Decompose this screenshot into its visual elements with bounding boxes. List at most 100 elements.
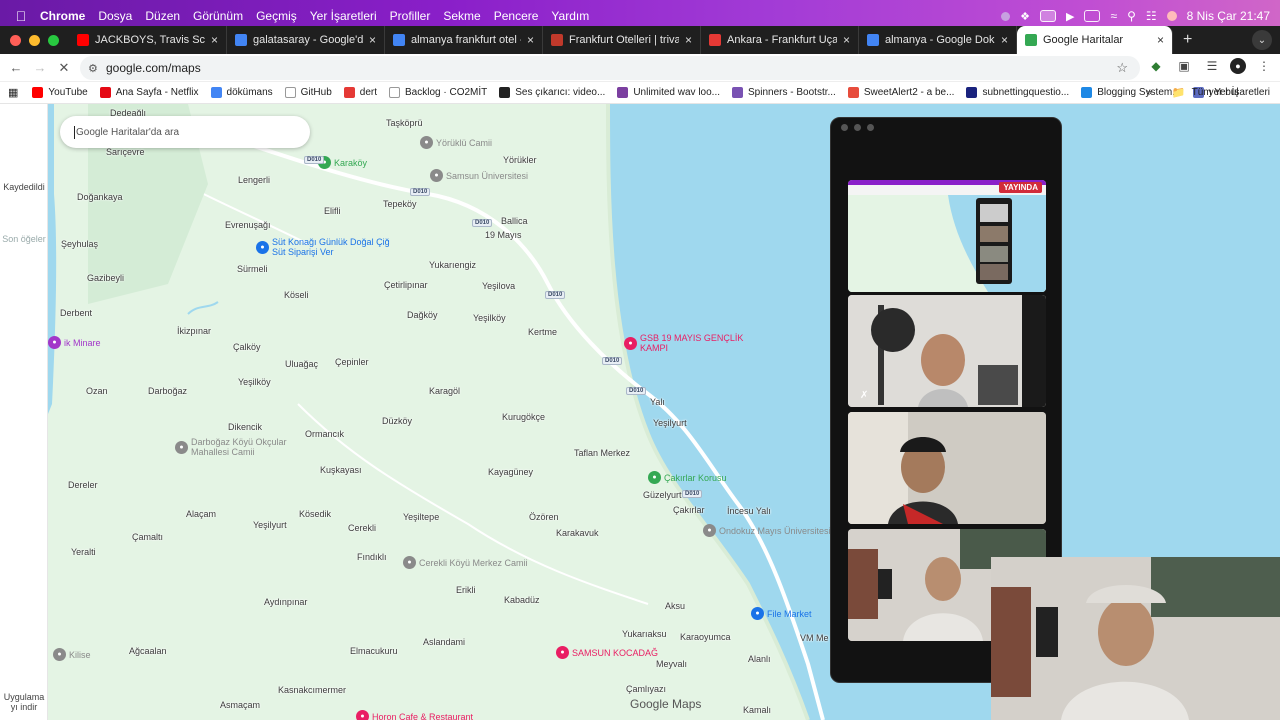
map-poi[interactable]: ● Kilise bbox=[53, 648, 91, 661]
menu-profiller[interactable]: Profiller bbox=[390, 9, 431, 23]
close-window-button[interactable] bbox=[10, 34, 21, 46]
new-tab-button[interactable]: + bbox=[1183, 31, 1192, 49]
more-bookmarks-icon[interactable]: » bbox=[1146, 87, 1152, 98]
close-tab-icon[interactable]: × bbox=[1001, 33, 1008, 47]
self-view-video[interactable] bbox=[991, 557, 1280, 720]
siri-icon[interactable] bbox=[1166, 11, 1177, 21]
all-bookmarks-link[interactable]: Tüm Yer İşaretleri bbox=[1192, 87, 1270, 98]
menu-gecmis[interactable]: Geçmiş bbox=[256, 9, 297, 23]
map-poi[interactable]: ● SAMSUN KOCADAĞ bbox=[556, 646, 658, 659]
map-poi[interactable]: ● Cerekli Köyü Merkez Camii bbox=[403, 556, 528, 569]
tab-6[interactable]: Google Haritalar × bbox=[1017, 26, 1173, 54]
recent-link[interactable]: Son öğeler bbox=[0, 234, 48, 244]
map-poi[interactable]: ● Yörüklü Camii bbox=[420, 136, 492, 149]
apps-grid-icon[interactable]: ▦ bbox=[8, 86, 18, 99]
menu-yer-isaretleri[interactable]: Yer İşaretleri bbox=[310, 9, 377, 23]
bookmark-item[interactable]: dökümans bbox=[210, 87, 273, 98]
tab-title: Google Haritalar bbox=[1043, 34, 1124, 46]
menu-app-name[interactable]: Chrome bbox=[40, 9, 85, 23]
tab-search-icon[interactable]: ⌄ bbox=[1252, 30, 1272, 50]
maps-search-input[interactable]: Google Haritalar'da ara bbox=[60, 116, 310, 148]
zoom-window-button[interactable] bbox=[48, 34, 59, 46]
extension-icon[interactable]: ◆ bbox=[1146, 56, 1166, 76]
close-tab-icon[interactable]: × bbox=[685, 33, 692, 47]
forward-button[interactable]: → bbox=[28, 56, 52, 80]
map-poi[interactable]: ● Süt Konağı Günlük Doğal Çiğ Süt Sipariş… bbox=[256, 237, 392, 257]
map-poi[interactable]: ● Ondokuz Mayıs Üniversitesi bbox=[703, 524, 831, 537]
bookmark-item[interactable]: Ses çıkarıcı: video... bbox=[499, 87, 605, 98]
map-poi[interactable]: ● Darboğaz Köyü Okçular Mahallesi Camii bbox=[175, 437, 311, 457]
menu-duzen[interactable]: Düzen bbox=[145, 9, 180, 23]
screen-share-icon[interactable]: ❖ bbox=[1020, 10, 1030, 23]
chrome-menu-icon[interactable]: ⋮ bbox=[1254, 56, 1274, 76]
bookmark-item[interactable]: GitHub bbox=[284, 87, 332, 98]
close-tab-icon[interactable]: × bbox=[843, 33, 850, 47]
map-poi[interactable]: ● ik Minare bbox=[48, 336, 101, 349]
back-button[interactable]: ← bbox=[4, 56, 28, 80]
map-poi[interactable]: ● GSB 19 MAYIS GENÇLİK KAMPI bbox=[624, 333, 760, 353]
participant-tile-2[interactable] bbox=[848, 412, 1046, 524]
subnet-icon bbox=[966, 87, 978, 98]
map-place-label: Dağköy bbox=[407, 310, 438, 320]
reading-list-icon[interactable]: ☰ bbox=[1202, 56, 1222, 76]
extensions-puzzle-icon[interactable]: ▣ bbox=[1174, 56, 1194, 76]
map-poi[interactable]: ● Samsun Üniversitesi bbox=[430, 169, 528, 182]
close-tab-icon[interactable]: × bbox=[1157, 33, 1164, 47]
wifi-icon[interactable]: ≈ bbox=[1110, 9, 1117, 23]
map-place-label: Dikencik bbox=[228, 422, 263, 432]
stop-loading-button[interactable]: ✕ bbox=[52, 56, 76, 80]
map-place-label: Sürmeli bbox=[237, 264, 268, 274]
play-icon[interactable]: ▶ bbox=[1066, 10, 1074, 23]
bookmark-item[interactable]: Backlog · CO2MİT bbox=[389, 87, 487, 98]
map-place-label: Karakavuk bbox=[556, 528, 599, 538]
road-badge: D010 bbox=[304, 156, 325, 164]
bookmark-item[interactable]: Spinners - Bootstr... bbox=[732, 87, 836, 98]
screen-share-tile[interactable]: YAYINDA bbox=[848, 180, 1046, 292]
menu-sekme[interactable]: Sekme bbox=[443, 9, 480, 23]
browser-toolbar: ← → ✕ ⚙ google.com/maps ☆ ◆ ▣ ☰ ● ⋮ bbox=[0, 54, 1280, 82]
download-app-link[interactable]: Uygulama yı indir bbox=[0, 692, 48, 712]
display-icon[interactable] bbox=[1040, 10, 1056, 22]
participant-tile-1[interactable]: ✗ bbox=[848, 295, 1046, 407]
tab-5[interactable]: almanya - Google Dokümanlar × bbox=[859, 26, 1017, 54]
map-place-label: Çakırlar bbox=[673, 505, 705, 515]
tab-0[interactable]: JACKBOYS, Travis Scott - Wh × bbox=[69, 26, 227, 54]
bookmark-star-icon[interactable]: ☆ bbox=[1116, 60, 1128, 76]
bookmark-item[interactable]: YouTube bbox=[32, 87, 88, 98]
bookmark-item[interactable]: subnettingquestio... bbox=[966, 87, 1069, 98]
map-poi[interactable]: ● Çakırlar Korusu bbox=[648, 471, 727, 484]
poi-label: File Market bbox=[767, 608, 812, 619]
map-poi[interactable]: ● Karaköy bbox=[318, 156, 367, 169]
map-place-label: Çalköy bbox=[233, 342, 261, 352]
menu-dosya[interactable]: Dosya bbox=[98, 9, 132, 23]
apple-menu-icon[interactable]:  bbox=[14, 8, 28, 24]
menu-pencere[interactable]: Pencere bbox=[494, 9, 539, 23]
map-place-label: Yeşilköy bbox=[473, 313, 506, 323]
bookmark-item[interactable]: dert bbox=[343, 87, 377, 98]
profile-avatar-icon[interactable]: ● bbox=[1230, 58, 1246, 74]
control-center-icon[interactable]: ☷ bbox=[1146, 9, 1157, 23]
menubar-clock[interactable]: 8 Nis Çar 21:47 bbox=[1187, 9, 1270, 23]
tab-1[interactable]: galatasaray - Google'da Ara × bbox=[227, 26, 385, 54]
bookmark-item[interactable]: Ana Sayfa - Netflix bbox=[99, 87, 199, 98]
tab-2[interactable]: almanya frankfurt otel - Goog × bbox=[385, 26, 543, 54]
map-poi[interactable]: ● File Market bbox=[751, 607, 812, 620]
close-tab-icon[interactable]: × bbox=[211, 33, 218, 47]
docs-icon bbox=[867, 34, 879, 46]
bookmark-item[interactable]: Unlimited wav loo... bbox=[617, 87, 720, 98]
saved-link[interactable]: Kaydedildi bbox=[0, 182, 48, 192]
map-poi[interactable]: ● Horon Cafe & Restaurant bbox=[356, 710, 473, 720]
close-tab-icon[interactable]: × bbox=[369, 33, 376, 47]
minimize-window-button[interactable] bbox=[29, 34, 40, 46]
address-bar[interactable]: ⚙ google.com/maps ☆ bbox=[80, 56, 1140, 80]
menu-yardim[interactable]: Yardım bbox=[551, 9, 589, 23]
close-tab-icon[interactable]: × bbox=[527, 33, 534, 47]
menu-gorunum[interactable]: Görünüm bbox=[193, 9, 243, 23]
battery-icon[interactable] bbox=[1084, 10, 1101, 22]
tab-3[interactable]: Frankfurt Otelleri | trivago'da × bbox=[543, 26, 701, 54]
tab-4[interactable]: Ankara - Frankfurt Uçak Sefe × bbox=[701, 26, 859, 54]
bookmark-item[interactable]: SweetAlert2 - a be... bbox=[847, 87, 954, 98]
search-icon[interactable]: ⚲ bbox=[1127, 9, 1136, 23]
site-info-icon[interactable]: ⚙ bbox=[88, 62, 98, 75]
status-dot-icon[interactable] bbox=[1001, 11, 1011, 21]
